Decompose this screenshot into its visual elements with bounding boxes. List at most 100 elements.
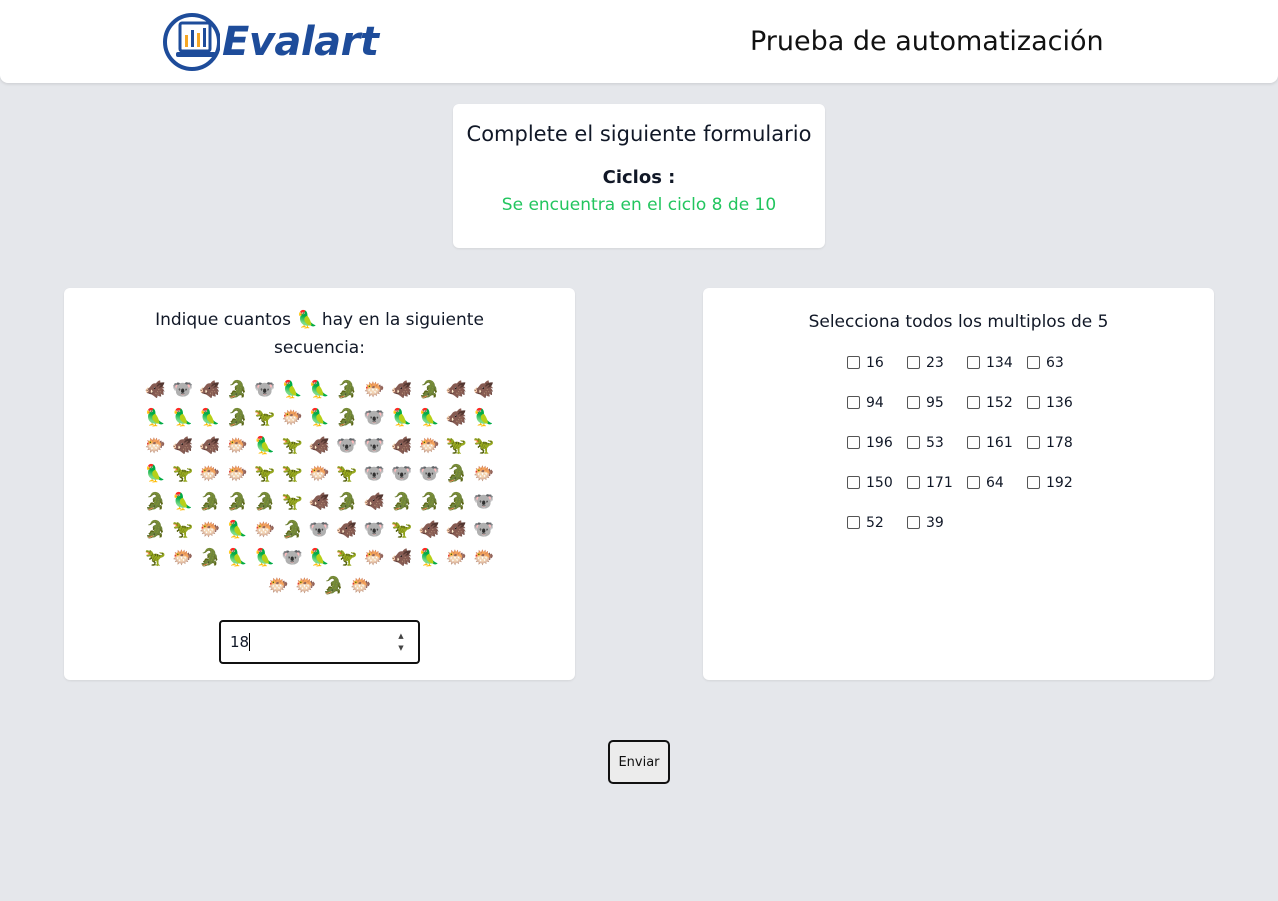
sequence-emoji: 🐡 (226, 464, 248, 484)
option-checkbox[interactable] (847, 516, 860, 529)
sequence-emoji: 🐊 (322, 576, 344, 596)
multiple-option[interactable]: 63 (1027, 352, 1087, 392)
parrot-icon: 🦜 (296, 310, 318, 330)
sequence-emoji: 🦜 (473, 408, 495, 428)
option-label: 94 (866, 395, 884, 411)
sequence-emoji: 🐡 (363, 380, 385, 400)
option-checkbox[interactable] (847, 356, 860, 369)
multiple-option[interactable]: 134 (967, 352, 1027, 392)
option-checkbox[interactable] (907, 436, 920, 449)
sequence-emoji: 🦜 (308, 408, 331, 428)
option-checkbox[interactable] (1027, 396, 1040, 409)
option-checkbox[interactable] (907, 516, 920, 529)
multiples-title: Selecciona todos los multiplos de 5 (808, 312, 1109, 332)
multiples-options: 16 23 134 63 94 95 152 136 196 53 161 178 150 171 64 19… (847, 352, 1087, 552)
multiple-option[interactable]: 152 (967, 392, 1027, 432)
cycles-label: Ciclos : (602, 167, 676, 188)
sequence-emoji: 🐡 (254, 520, 276, 540)
sequence-emoji: 🦖 (171, 520, 194, 540)
sequence-emoji: 🐊 (418, 380, 440, 400)
sequence-emoji: 🐨 (363, 408, 385, 428)
multiple-option[interactable]: 64 (967, 472, 1027, 512)
option-label: 134 (986, 355, 1013, 371)
option-label: 192 (1046, 475, 1073, 491)
multiple-option[interactable]: 23 (907, 352, 967, 392)
option-checkbox[interactable] (907, 396, 920, 409)
multiple-option[interactable]: 171 (907, 472, 967, 512)
sequence-emoji: 🦜 (308, 548, 331, 568)
sequence-emoji: 🐡 (308, 464, 331, 484)
multiple-option[interactable]: 178 (1027, 432, 1087, 472)
count-input-value[interactable]: 18 (230, 633, 394, 652)
option-checkbox[interactable] (907, 476, 920, 489)
sequence-emoji: 🐊 (391, 492, 413, 512)
sequence-emoji: 🐡 (226, 436, 248, 456)
multiple-option[interactable]: 95 (907, 392, 967, 432)
top-header: Evalart Prueba de automatización (0, 0, 1278, 83)
sequence-emoji: 🐡 (281, 408, 303, 428)
sequence-emoji: 🐡 (473, 464, 495, 484)
sequence-emoji: 🦖 (445, 436, 468, 456)
status-card: Complete el siguiente formulario Ciclos … (453, 104, 825, 248)
multiple-option[interactable]: 192 (1027, 472, 1087, 512)
submit-button[interactable]: Enviar (608, 740, 670, 784)
sequence-emoji: 🐡 (144, 436, 166, 456)
multiple-option[interactable]: 161 (967, 432, 1027, 472)
multiple-option[interactable]: 150 (847, 472, 907, 512)
form-title: Complete el siguiente formulario (466, 122, 812, 146)
sequence-emoji: 🦖 (254, 408, 276, 428)
sequence-emoji: 🐨 (171, 380, 194, 400)
sequence-emoji: 🐡 (473, 548, 495, 568)
sequence-emoji: 🦜 (391, 408, 413, 428)
option-checkbox[interactable] (967, 476, 980, 489)
option-label: 39 (926, 515, 944, 531)
sequence-emoji: 🐊 (445, 492, 468, 512)
sequence-emoji: 🦖 (281, 464, 303, 484)
sequence-emoji: 🐊 (144, 492, 166, 512)
option-label: 152 (986, 395, 1013, 411)
multiple-option[interactable]: 136 (1027, 392, 1087, 432)
sequence-emoji: 🐨 (363, 520, 385, 540)
sequence-emoji: 🐊 (144, 520, 166, 540)
option-label: 23 (926, 355, 944, 371)
sequence-emoji: 🐗 (363, 492, 385, 512)
count-input[interactable]: 18 ▲ ▼ (219, 620, 420, 664)
multiple-option[interactable]: 196 (847, 432, 907, 472)
option-checkbox[interactable] (907, 356, 920, 369)
option-checkbox[interactable] (847, 396, 860, 409)
option-checkbox[interactable] (1027, 476, 1040, 489)
sequence-emoji: 🐗 (144, 380, 166, 400)
sequence-emoji: 🐊 (445, 464, 468, 484)
option-checkbox[interactable] (847, 476, 860, 489)
number-spinner[interactable]: ▲ ▼ (394, 631, 408, 653)
multiple-option[interactable]: 52 (847, 512, 907, 552)
option-checkbox[interactable] (967, 396, 980, 409)
spinner-up-icon[interactable]: ▲ (398, 631, 403, 641)
cycles-status: Se encuentra en el ciclo 8 de 10 (501, 195, 777, 215)
sequence-emoji: 🦖 (144, 548, 166, 568)
sequence-emoji: 🐨 (281, 548, 303, 568)
option-checkbox[interactable] (847, 436, 860, 449)
sequence-emoji: 🐡 (350, 576, 372, 596)
option-checkbox[interactable] (1027, 356, 1040, 369)
multiple-option[interactable]: 53 (907, 432, 967, 472)
sequence-emoji: 🐗 (336, 520, 358, 540)
sequence-emoji: 🦜 (144, 408, 166, 428)
multiple-option[interactable]: 39 (907, 512, 967, 552)
option-checkbox[interactable] (967, 436, 980, 449)
option-checkbox[interactable] (1027, 436, 1040, 449)
multiple-option[interactable]: 94 (847, 392, 907, 432)
emoji-count-card: Indique cuantos 🦜 hay en la siguiente se… (64, 288, 575, 680)
sequence-emoji: 🐡 (363, 548, 385, 568)
sequence-emoji: 🐊 (199, 548, 221, 568)
sequence-emoji: 🦜 (171, 492, 194, 512)
option-label: 95 (926, 395, 944, 411)
spinner-down-icon[interactable]: ▼ (398, 643, 403, 653)
sequence-emoji: 🐗 (308, 436, 331, 456)
sequence-emoji: 🦖 (254, 464, 276, 484)
sequence-emoji: 🐗 (391, 548, 413, 568)
sequence-emoji: 🐊 (281, 520, 303, 540)
sequence-emoji: 🐗 (391, 380, 413, 400)
option-checkbox[interactable] (967, 356, 980, 369)
multiple-option[interactable]: 16 (847, 352, 907, 392)
